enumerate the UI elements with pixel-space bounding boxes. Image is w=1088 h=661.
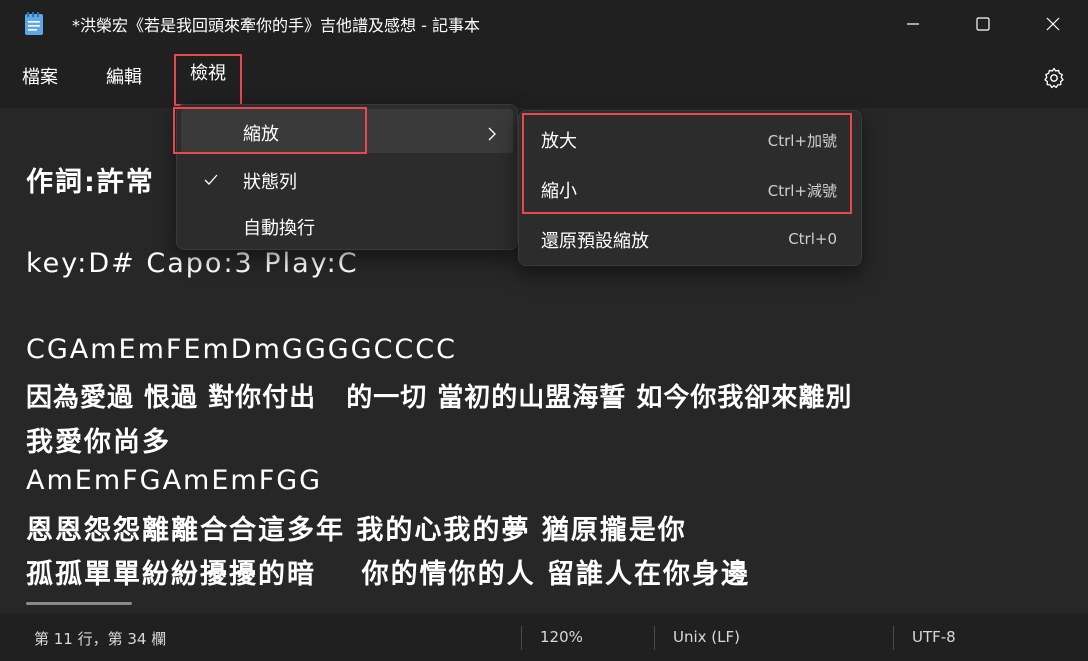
- horizontal-scrollbar[interactable]: [26, 602, 132, 605]
- status-divider: [521, 626, 522, 650]
- minimize-button[interactable]: [878, 0, 948, 48]
- status-divider: [654, 626, 655, 650]
- chevron-right-icon: [487, 125, 497, 141]
- menu-edit[interactable]: 編輯: [92, 58, 156, 98]
- editor-line: 因為愛過 恨過 對你付出 的一切 當初的山盟海誓 如今你我卻來離別: [26, 383, 853, 413]
- close-button[interactable]: [1018, 0, 1088, 48]
- status-divider: [893, 626, 894, 650]
- menu-file[interactable]: 檔案: [8, 58, 72, 98]
- editor-line: 我愛你尚多: [26, 427, 171, 458]
- highlight-box-zoom: [173, 107, 367, 154]
- line-ending: Unix (LF): [673, 628, 740, 646]
- editor-line: 恩恩怨怨離離合合這多年 我的心我的夢 猶原攏是你: [26, 515, 687, 546]
- notepad-icon: [24, 12, 44, 36]
- status-bar: 第 11 行，第 34 欄 120% Unix (LF) UTF-8: [0, 614, 1088, 661]
- editor-line: AmEmFGAmEmFGG: [26, 465, 323, 496]
- gear-icon[interactable]: [1042, 66, 1066, 90]
- shortcut-label: Ctrl+0: [788, 230, 837, 248]
- cursor-position: 第 11 行，第 34 欄: [34, 630, 167, 648]
- title-bar: *洪榮宏《若是我回頭來牽你的手》吉他譜及感想 - 記事本: [0, 0, 1088, 48]
- menu-item-label: 還原預設縮放: [541, 231, 649, 252]
- menu-item-label: 狀態列: [243, 172, 297, 193]
- maximize-button[interactable]: [948, 0, 1018, 48]
- window-title: *洪榮宏《若是我回頭來牽你的手》吉他譜及感想 - 記事本: [72, 16, 480, 35]
- menu-view[interactable]: 檢視: [174, 54, 242, 106]
- close-icon: [1046, 17, 1060, 31]
- check-icon: [203, 171, 219, 185]
- editor-line: key:D# Capo:3 Play:C: [26, 248, 359, 279]
- encoding: UTF-8: [912, 628, 956, 646]
- editor-line: 作詞:許常: [26, 167, 155, 198]
- menu-bar: 檔案 編輯 檢視: [0, 48, 1088, 108]
- editor-line: 孤孤單單紛紛擾擾的暗 你的情你的人 留誰人在你身邊: [26, 559, 750, 590]
- menu-item-label: 自動換行: [243, 218, 315, 239]
- view-menu-item-statusbar[interactable]: 狀態列: [181, 157, 513, 201]
- highlight-box-zoom-options: [522, 113, 852, 214]
- minimize-icon: [906, 17, 920, 31]
- view-menu-item-wordwrap[interactable]: 自動換行: [181, 203, 513, 247]
- zoom-level: 120%: [540, 628, 583, 646]
- restore-zoom-item[interactable]: 還原預設縮放 Ctrl+0: [523, 215, 857, 261]
- maximize-icon: [976, 17, 990, 31]
- editor-line: CGAmEmFEmDmGGGGCCCC: [26, 334, 457, 365]
